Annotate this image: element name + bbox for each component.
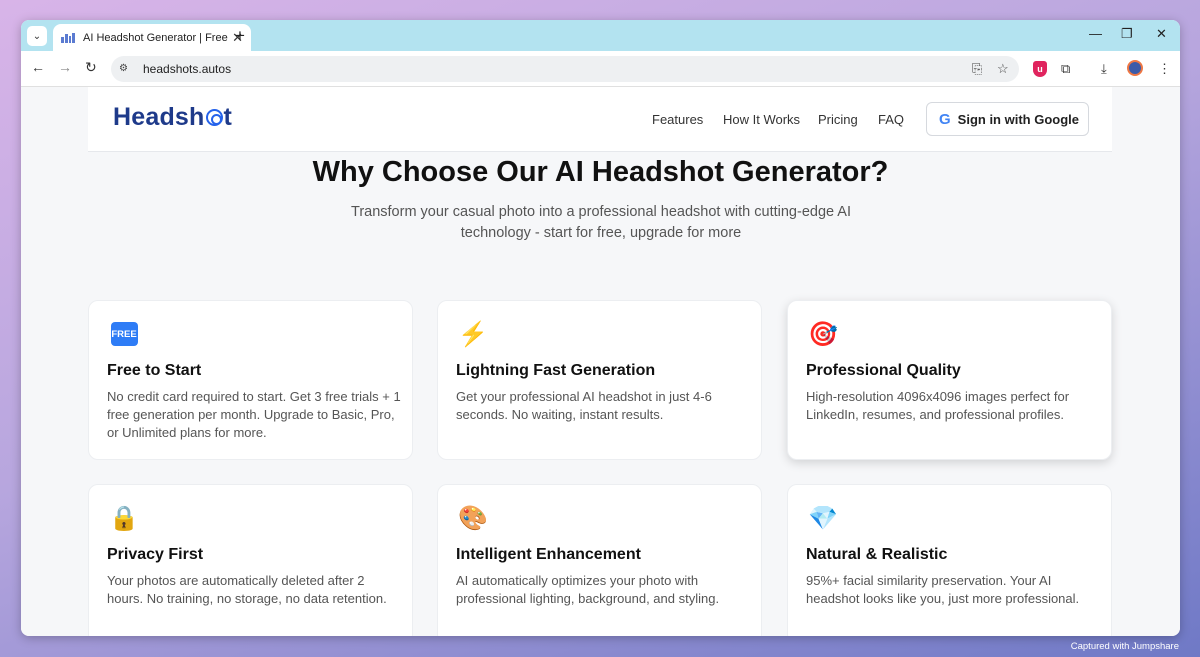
target-icon: 🎯 bbox=[808, 320, 838, 348]
feature-card: 🎨 Intelligent Enhancement AI automatical… bbox=[437, 484, 762, 636]
feature-desc: 95%+ facial similarity preservation. You… bbox=[806, 573, 1080, 606]
reload-icon[interactable]: ↻ bbox=[85, 59, 97, 76]
feature-card: 🔒 Privacy First Your photos are automati… bbox=[88, 484, 413, 636]
star-icon[interactable]: ☆ bbox=[997, 61, 1009, 77]
feature-title: Professional Quality bbox=[806, 362, 961, 379]
sign-in-google-button[interactable]: G Sign in with Google bbox=[926, 102, 1089, 136]
download-icon[interactable]: ⤓ bbox=[1101, 61, 1107, 77]
browser-window: ⌄ AI Headshot Generator | Free Tr ✕ + — … bbox=[21, 20, 1180, 636]
feature-title: Free to Start bbox=[107, 362, 202, 379]
diamond-icon: 💎 bbox=[808, 504, 838, 532]
feature-title: Intelligent Enhancement bbox=[456, 546, 641, 563]
logo-text-end: t bbox=[223, 103, 233, 131]
feature-card: FREE Free to Start No credit card requir… bbox=[88, 300, 413, 460]
url-text: headshots.autos bbox=[143, 62, 232, 76]
toolbar: ← → ↻ ⚙ headshots.autos ⎘ ☆ ⧉ ⤓ ⋮ bbox=[21, 51, 1180, 87]
feature-title: Lightning Fast Generation bbox=[456, 362, 656, 379]
nav-pricing[interactable]: Pricing bbox=[818, 112, 858, 127]
feature-desc: Get your professional AI headshot in jus… bbox=[456, 389, 712, 422]
page-title: Why Choose Our AI Headshot Generator? bbox=[312, 156, 889, 188]
lightning-icon: ⚡ bbox=[458, 320, 488, 348]
address-bar[interactable]: ⚙ headshots.autos ⎘ ☆ bbox=[111, 56, 1019, 82]
feature-desc: Your photos are automatically deleted af… bbox=[107, 573, 387, 606]
extension-icon[interactable]: u bbox=[1033, 61, 1047, 77]
tab-strip: ⌄ AI Headshot Generator | Free Tr ✕ + — … bbox=[21, 20, 1180, 51]
free-icon: FREE bbox=[107, 317, 141, 351]
nav-faq[interactable]: FAQ bbox=[878, 112, 904, 127]
kebab-menu-icon[interactable]: ⋮ bbox=[1158, 61, 1171, 77]
feature-card: ⚡ Lightning Fast Generation Get your pro… bbox=[437, 300, 762, 460]
favicon-icon bbox=[61, 32, 75, 43]
logo[interactable]: Headsh t bbox=[113, 103, 232, 132]
profile-avatar[interactable] bbox=[1127, 60, 1143, 76]
page-subtitle: Transform your casual photo into a profe… bbox=[351, 204, 852, 241]
page-content: Headsh t Features How It Works Pricing FA… bbox=[21, 87, 1180, 636]
puzzle-icon[interactable]: ⧉ bbox=[1061, 61, 1070, 77]
feature-title: Natural & Realistic bbox=[806, 546, 948, 563]
logo-text: Headsh bbox=[113, 103, 205, 131]
site-header: Headsh t Features How It Works Pricing FA… bbox=[88, 87, 1112, 152]
window-close-icon[interactable]: ✕ bbox=[1156, 26, 1167, 42]
tab-search-button[interactable]: ⌄ bbox=[27, 26, 47, 46]
active-tab[interactable]: AI Headshot Generator | Free Tr ✕ bbox=[53, 24, 251, 51]
feature-desc: High-resolution 4096x4096 images perfect… bbox=[806, 389, 1070, 422]
feature-desc: No credit card required to start. Get 3 … bbox=[107, 389, 401, 440]
site-settings-icon[interactable]: ⚙ bbox=[119, 63, 135, 75]
new-tab-button[interactable]: + bbox=[235, 26, 245, 46]
back-icon[interactable]: ← bbox=[31, 59, 45, 75]
feature-title: Privacy First bbox=[107, 546, 204, 563]
sign-in-label: Sign in with Google bbox=[957, 111, 1079, 127]
feature-card: 💎 Natural & Realistic 95%+ facial simila… bbox=[787, 484, 1112, 636]
lock-icon: 🔒 bbox=[109, 504, 139, 532]
install-app-icon[interactable]: ⎘ bbox=[972, 61, 982, 77]
chevron-down-icon: ⌄ bbox=[32, 30, 42, 42]
logo-o-icon bbox=[205, 109, 223, 126]
restore-icon[interactable]: ❐ bbox=[1121, 26, 1133, 42]
feature-card: 🎯 Professional Quality High-resolution 4… bbox=[787, 300, 1112, 460]
google-icon: G bbox=[939, 110, 951, 128]
nav-features[interactable]: Features bbox=[652, 112, 703, 127]
minimize-icon[interactable]: — bbox=[1089, 26, 1102, 41]
palette-icon: 🎨 bbox=[458, 504, 488, 532]
feature-desc: AI automatically optimizes your photo wi… bbox=[456, 573, 720, 606]
nav-how-it-works[interactable]: How It Works bbox=[723, 112, 800, 127]
forward-icon[interactable]: → bbox=[58, 59, 72, 75]
tab-title: AI Headshot Generator | Free Tr bbox=[83, 31, 229, 44]
watermark: Captured with Jumpshare bbox=[1070, 641, 1179, 652]
